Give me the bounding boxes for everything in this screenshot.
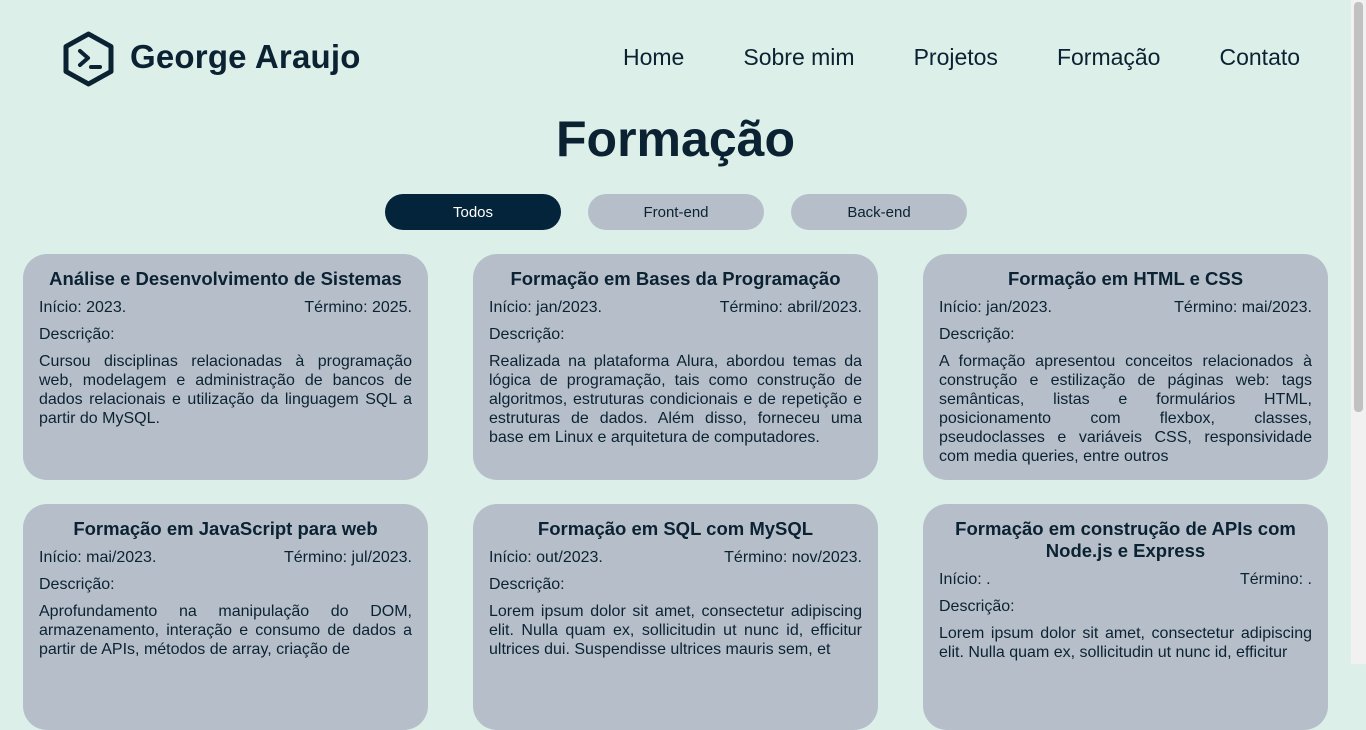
course-title: Formação em HTML e CSS [1007, 268, 1244, 289]
description-label: Descrição: [939, 598, 1015, 615]
description-label: Descrição: [489, 326, 565, 343]
course-dates: Início: out/2023. Término: nov/2023. [489, 548, 862, 567]
course-description: Lorem ipsum dolor sit amet, consectetur … [489, 603, 862, 658]
course-description: Aprofundamento na manipulação do DOM, ar… [39, 603, 412, 658]
nav-contato[interactable]: Contato [1219, 44, 1300, 71]
filter-todos-button[interactable]: Todos [385, 194, 561, 230]
course-card: Formação em SQL com MySQL Início: out/20… [473, 504, 878, 730]
filter-front-end-button[interactable]: Front-end [588, 194, 764, 230]
brand-name[interactable]: George Araujo [130, 38, 361, 76]
filter-bar: Todos Front-end Back-end [385, 194, 994, 230]
course-description: A formação apresentou conceitos relacion… [939, 353, 1312, 465]
description-label: Descrição: [939, 326, 1015, 343]
nav-sobre-mim[interactable]: Sobre mim [743, 44, 854, 71]
course-end: Término: . [1239, 571, 1312, 588]
course-start: Início: jan/2023. [939, 299, 1052, 316]
course-card-grid: Análise e Desenvolvimento de Sistemas In… [23, 254, 1328, 730]
course-dates: Início: . Término: . [939, 570, 1312, 589]
course-title: Formação em SQL com MySQL [537, 518, 814, 539]
course-description: Cursou disciplinas relacionadas à progra… [39, 353, 412, 427]
course-card: Formação em JavaScript para web Início: … [23, 504, 428, 730]
page-scrollbar[interactable] [1351, 0, 1366, 664]
nav-formacao[interactable]: Formação [1057, 44, 1161, 71]
main-nav: Home Sobre mim Projetos Formação Contato [623, 44, 1300, 71]
course-title: Formação em JavaScript para web [73, 518, 378, 539]
course-dates: Início: jan/2023. Término: abril/2023. [489, 298, 862, 317]
description-label: Descrição: [489, 576, 565, 593]
course-end: Término: jul/2023. [283, 549, 412, 566]
course-card: Análise e Desenvolvimento de Sistemas In… [23, 254, 428, 480]
course-card: Formação em Bases da Programação Início:… [473, 254, 878, 480]
site-header: George Araujo Home Sobre mim Projetos Fo… [0, 0, 1351, 118]
course-description: Lorem ipsum dolor sit amet, consectetur … [939, 625, 1312, 661]
scrollbar-thumb[interactable] [1354, 2, 1363, 412]
course-start: Início: 2023. [39, 299, 127, 316]
course-end: Término: nov/2023. [724, 549, 862, 566]
course-description: Realizada na plataforma Alura, abordou t… [489, 353, 862, 446]
course-title: Formação em Bases da Programação [510, 268, 841, 289]
course-dates: Início: 2023. Término: 2025. [39, 298, 412, 317]
nav-home[interactable]: Home [623, 44, 684, 71]
terminal-hexagon-icon[interactable] [62, 31, 115, 87]
course-card: Formação em HTML e CSS Início: jan/2023.… [923, 254, 1328, 480]
course-end: Término: 2025. [304, 299, 412, 316]
course-card: Formação em construção de APIs com Node.… [923, 504, 1328, 730]
nav-projetos[interactable]: Projetos [914, 44, 998, 71]
course-dates: Início: mai/2023. Término: jul/2023. [39, 548, 412, 567]
course-title: Análise e Desenvolvimento de Sistemas [49, 268, 402, 289]
course-start: Início: . [939, 571, 991, 588]
course-end: Término: abril/2023. [719, 299, 862, 316]
course-start: Início: jan/2023. [489, 299, 602, 316]
course-dates: Início: jan/2023. Término: mai/2023. [939, 298, 1312, 317]
filter-back-end-button[interactable]: Back-end [791, 194, 967, 230]
course-start: Início: mai/2023. [39, 549, 157, 566]
course-start: Início: out/2023. [489, 549, 603, 566]
description-label: Descrição: [39, 326, 115, 343]
description-label: Descrição: [39, 576, 115, 593]
page-title: Formação [556, 111, 795, 167]
course-end: Término: mai/2023. [1174, 299, 1312, 316]
course-title: Formação em construção de APIs com Node.… [955, 518, 1296, 561]
